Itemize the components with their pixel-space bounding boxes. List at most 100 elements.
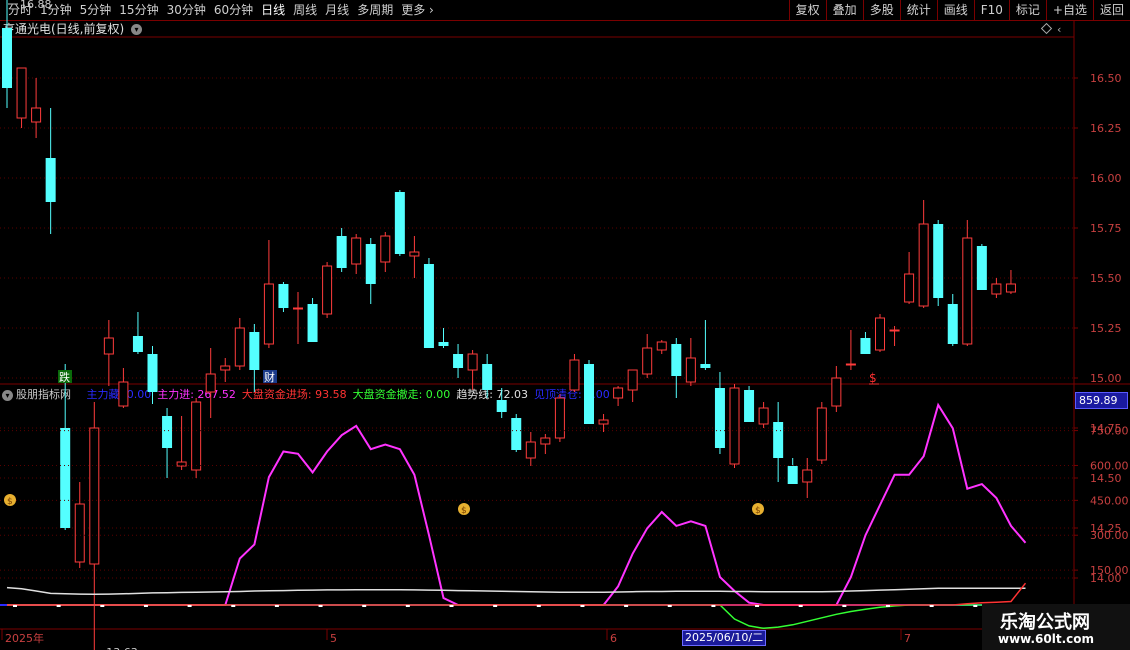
candle-body — [16, 67, 27, 119]
dollar-marker: $ — [869, 371, 877, 385]
baseline-marker — [755, 605, 760, 607]
price-tick-label: 14.50 — [1090, 472, 1122, 485]
candle-body — [787, 466, 798, 484]
candle-body — [205, 373, 216, 393]
watermark: 乐淘公式网 www.60lt.com — [982, 604, 1130, 650]
indicator-tick-label: 600.00 — [1090, 459, 1129, 472]
candle-body — [438, 342, 449, 346]
baseline-marker — [13, 605, 17, 607]
baseline-marker — [187, 605, 192, 607]
money-bag-symbol: $ — [7, 497, 13, 507]
candle-body — [685, 357, 696, 383]
candle-body — [845, 363, 856, 366]
candle-body — [249, 332, 260, 370]
baseline-marker — [886, 605, 890, 607]
candle-body — [423, 264, 434, 348]
candle-body — [816, 407, 827, 461]
indicator-tick-label: 150.00 — [1090, 564, 1129, 577]
candle-body — [1005, 283, 1016, 293]
candle-body — [496, 400, 507, 412]
baseline-marker — [711, 605, 716, 607]
candle-body — [947, 304, 958, 344]
candle-body — [642, 347, 653, 375]
baseline-marker — [274, 605, 279, 607]
series-line-2 — [7, 604, 1026, 630]
candle-body — [918, 223, 929, 307]
candle-body — [74, 503, 85, 563]
candle-body — [671, 344, 682, 376]
money-bag-symbol: $ — [461, 506, 467, 516]
price-tick-label: 15.25 — [1090, 322, 1122, 335]
baseline-marker — [231, 605, 236, 607]
price-tick-label: 15.75 — [1090, 222, 1122, 235]
candle-body — [322, 265, 333, 315]
candle-body — [263, 283, 274, 345]
candle-body — [773, 422, 784, 458]
baseline-marker — [580, 605, 585, 607]
chevron-left-icon: ‹ — [1057, 23, 1061, 36]
indicator-tick-label: 300.00 — [1090, 529, 1129, 542]
candle-body — [351, 237, 362, 265]
candle-body — [904, 273, 915, 303]
watermark-title: 乐淘公式网 — [1000, 612, 1090, 633]
candle-body — [991, 283, 1002, 295]
low-price-label: 13.63 — [106, 646, 138, 650]
indicator-tick-label: 450.00 — [1090, 494, 1129, 507]
indicator-current-value: 859.89 — [1075, 392, 1128, 409]
date-label: 5 — [330, 632, 337, 645]
candle-body — [613, 387, 624, 399]
price-tick-label: 16.00 — [1090, 172, 1122, 185]
candle-body — [758, 407, 769, 425]
baseline-marker — [56, 605, 61, 607]
baseline-marker — [362, 605, 367, 607]
candle-body — [976, 246, 987, 290]
baseline-marker — [100, 605, 105, 607]
candle-body — [584, 364, 594, 424]
candle-body — [2, 28, 12, 88]
price-tick-label: 15.00 — [1090, 372, 1122, 385]
baseline-marker — [143, 605, 148, 607]
candle-body — [394, 192, 405, 254]
candle-body — [293, 307, 303, 310]
indicator-tick-label: 750.00 — [1090, 425, 1129, 438]
candle-body — [569, 359, 580, 391]
baseline-marker — [405, 605, 410, 607]
candle-body — [278, 284, 289, 308]
baseline-marker — [493, 605, 498, 607]
die-marker: 跌 — [59, 370, 70, 384]
baseline-marker — [624, 605, 629, 607]
baseline-marker — [536, 605, 541, 607]
candle-body — [220, 365, 231, 371]
date-label: 6 — [610, 632, 617, 645]
baseline-marker — [929, 605, 934, 607]
baseline-marker — [667, 605, 672, 607]
candle-body — [103, 337, 114, 355]
candle-body — [162, 416, 173, 448]
candle-body — [467, 353, 478, 371]
baseline-marker — [449, 605, 454, 607]
candle-body — [31, 107, 42, 123]
candle-body — [147, 354, 158, 392]
candle-body — [962, 237, 973, 345]
crosshair-date: 2025/06/10/二 — [682, 630, 767, 646]
candle-body — [118, 381, 129, 407]
candle-body — [511, 418, 522, 450]
candle-body — [933, 224, 944, 298]
diamond-icon — [1040, 22, 1053, 35]
high-price-label: 16.88 — [20, 0, 52, 11]
baseline-marker — [973, 605, 978, 607]
candle-body — [132, 336, 143, 352]
candle-body — [656, 341, 667, 351]
candle-body — [307, 304, 318, 342]
candle-body — [598, 419, 609, 425]
candle-body — [336, 236, 347, 268]
candle-body — [453, 354, 464, 368]
series-line-3 — [7, 582, 1027, 606]
price-tick-label: 16.50 — [1090, 72, 1122, 85]
kline-chart[interactable]: 16.5016.2516.0015.7515.5015.2515.0014.75… — [0, 0, 1130, 650]
candle-body — [714, 388, 725, 448]
candle-body — [554, 397, 565, 439]
candle-body — [540, 437, 551, 445]
price-tick-label: 15.50 — [1090, 272, 1122, 285]
price-tick-label: 16.25 — [1090, 122, 1122, 135]
